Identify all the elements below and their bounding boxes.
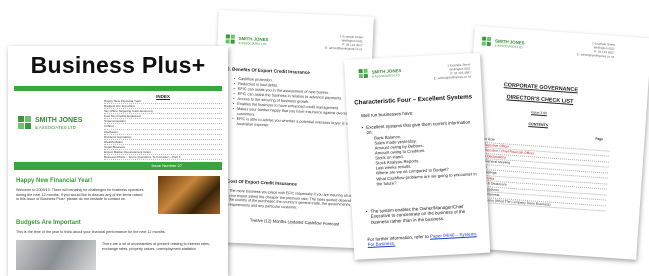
- section-body: This is the time of the year to think ab…: [16, 230, 166, 234]
- page-column-label: Page: [595, 136, 604, 142]
- logo-name: SMITH JONES: [35, 116, 83, 124]
- logo-sub: & ASSOCIATES LTD: [371, 72, 400, 79]
- address-line: E: admin@smithjones.co.nz: [576, 51, 615, 59]
- doc-title: Characteristic Four – Excellent Systems: [354, 93, 473, 107]
- bullet-text: The system enables the Owner/Manager/Chi…: [370, 203, 466, 225]
- section-heading: 11. Cost Of Export Credit Insurance: [219, 178, 297, 187]
- contents-list: Director Role Chief Executive Officer Ch…: [470, 136, 610, 212]
- document-excellent-systems: SMITH JONES & ASSOCIATES LTD 1 Example S…: [344, 52, 491, 260]
- section-side-text: There are a lot of uncertainties at pres…: [102, 242, 211, 251]
- address-block: 1 Example Street Wellington 6011 P: 04 1…: [577, 41, 615, 59]
- index-list: Happy New Financial Year! Budgets Are Im…: [104, 99, 222, 161]
- logo-sub: & ASSOCIATES LTD: [35, 124, 76, 130]
- header-stripe: [14, 86, 222, 91]
- body-text: The more business you place with EFIC (e…: [228, 188, 356, 210]
- company-logo: SMITH JONES & ASSOCIATES LTD: [358, 67, 402, 80]
- section-title: Budgets Are Important: [16, 220, 81, 226]
- company-logo: SMITH JONES & ASSOCIATES LTD: [225, 34, 269, 46]
- logo-icon: [18, 116, 32, 130]
- footer-caption: Twelve (12) Months Updated Cashflow Fore…: [249, 217, 340, 227]
- bullet-list: • Cashflow protection. • Reduction in bad …: [232, 77, 364, 133]
- issue-label: Issue 3.06: [531, 110, 548, 116]
- further-text: For further information, refer to: [367, 233, 429, 243]
- logo-icon: [481, 36, 493, 48]
- section-title: Happy New Financial Year!: [16, 178, 93, 184]
- index-box: INDEX Happy New Financial Year! Budgets …: [104, 94, 222, 161]
- index-item[interactable]: Business Plans – Some Questions To Consi…: [104, 155, 222, 161]
- newsletter-photo: [158, 176, 220, 214]
- address-block: 1 Example Street Wellington 6011 P: 04 1…: [325, 34, 363, 52]
- section-body: Welcome to 2009/10. There will certainly…: [16, 188, 144, 202]
- address-block: 1 Example Street Wellington 6011 P: 04 1…: [433, 62, 472, 81]
- issue-bar: Issue Number 27: [14, 162, 222, 170]
- company-logo: SMITH JONES & ASSOCIATES LTD: [18, 116, 82, 130]
- address-line: E: admin@smithjones.co.nz: [433, 74, 472, 81]
- logo-sub: & ASSOCIATES LTD: [238, 40, 267, 46]
- budget-photo: [16, 240, 96, 270]
- company-logo: SMITH JONES & ASSOCIATES LTD: [481, 36, 525, 50]
- logo-icon: [358, 68, 370, 80]
- logo-icon: [225, 34, 236, 44]
- section-heading: 10. Benefits Of Export Credit Insurance: [224, 66, 310, 76]
- newsletter-title: Business Plus+: [30, 52, 206, 78]
- bullet-item: • The system enables the Owner/Manager/Ch…: [366, 203, 481, 225]
- document-business-plus-newsletter: Business Plus+ SMITH JONES & ASSOCIATES …: [8, 46, 228, 276]
- further-info: For further information, refer to Paper …: [367, 231, 481, 248]
- contents-heading: CONTENTS: [528, 121, 549, 128]
- address-line: E: admin@smithjones.co.nz: [325, 45, 363, 52]
- issue-number: Issue Number 27: [151, 163, 182, 168]
- bullet-item: • Excellent systems that give them curren…: [361, 119, 477, 187]
- intro-text: Well run businesses have:: [360, 110, 414, 119]
